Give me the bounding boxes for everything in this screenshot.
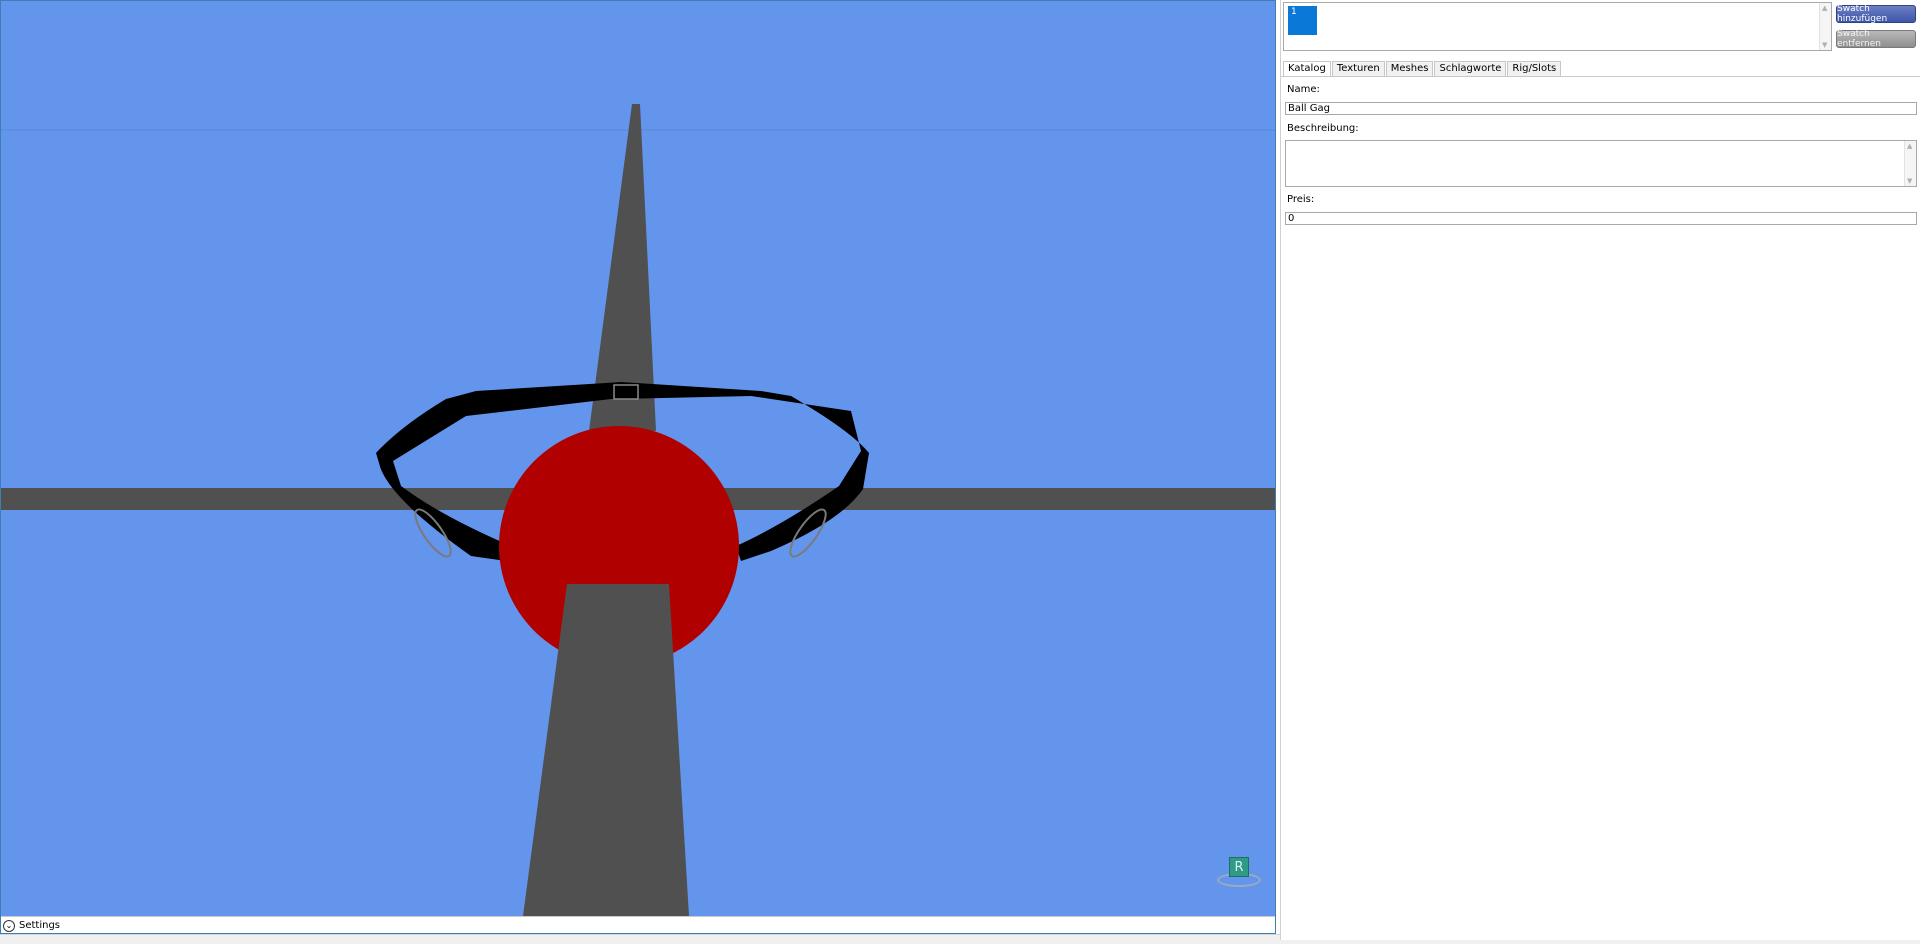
tab-meshes[interactable]: Meshes [1385,61,1434,76]
description-field[interactable]: ▲ ▼ [1285,140,1917,187]
remove-swatch-button[interactable]: Swatch entfernen [1836,29,1916,49]
price-label: Preis: [1287,194,1315,205]
settings-label[interactable]: Settings [19,920,60,931]
tab-rig-slots[interactable]: Rig/Slots [1507,61,1562,76]
swatch-scrollbar[interactable]: ▲ ▼ [1819,3,1831,50]
view-gizmo[interactable]: R [1217,857,1261,887]
chevron-down-icon[interactable]: ⌄ [3,919,15,932]
price-field[interactable]: 0 [1285,212,1917,225]
tab-bar: Katalog Texturen Meshes Schlagworte Rig/… [1283,61,1562,77]
tab-katalog[interactable]: Katalog [1283,61,1331,77]
settings-bar[interactable]: ⌄ Settings [1,916,1275,933]
name-label: Name: [1287,84,1320,95]
viewport-scene[interactable] [1,1,1275,916]
tab-schlagworte[interactable]: Schlagworte [1434,61,1507,76]
scroll-up-icon[interactable]: ▲ [1907,142,1912,150]
scroll-down-icon[interactable]: ▼ [1822,41,1827,49]
tab-divider [1281,76,1920,77]
properties-panel: 1 ▲ ▼ Swatch hinzufügen Swatch entfernen… [1280,0,1920,940]
tab-texturen[interactable]: Texturen [1331,61,1385,76]
description-scrollbar[interactable]: ▲ ▼ [1904,141,1916,186]
description-label: Beschreibung: [1287,123,1359,134]
gizmo-cube[interactable]: R [1229,857,1249,877]
scroll-up-icon[interactable]: ▲ [1822,4,1827,12]
swatch-item[interactable]: 1 [1288,6,1317,35]
scroll-down-icon[interactable]: ▼ [1907,177,1912,185]
add-swatch-button[interactable]: Swatch hinzufügen [1836,4,1916,24]
name-field[interactable]: Ball Gag [1285,102,1917,115]
swatch-list[interactable]: 1 ▲ ▼ [1283,2,1832,51]
3d-viewport[interactable]: R ⌄ Settings [0,0,1276,934]
